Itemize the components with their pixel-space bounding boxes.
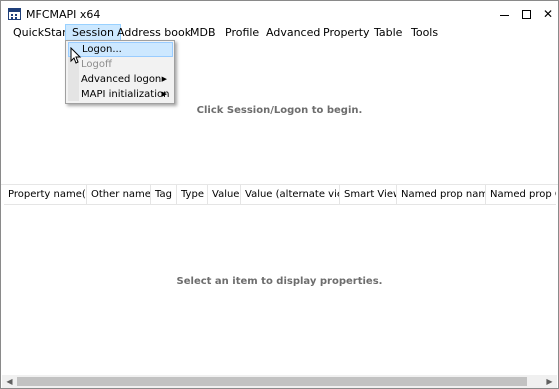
mouse-cursor-icon	[70, 47, 82, 64]
submenu-arrow-icon: ▶	[161, 75, 167, 83]
menu-item-label: Logoff	[81, 59, 112, 70]
menu-item-mapi-initialization[interactable]: MAPI initialization ▶	[68, 87, 173, 102]
close-icon: ✕	[542, 7, 554, 21]
horizontal-scrollbar[interactable]: ◀ ▶	[2, 375, 557, 388]
menu-item-label: Advanced logon	[81, 74, 162, 85]
minimize-icon	[499, 15, 509, 16]
scroll-right-icon[interactable]: ▶	[542, 375, 557, 388]
app-icon	[8, 8, 21, 20]
column-header-property-names[interactable]: Property name(s)	[4, 185, 87, 204]
scrollbar-thumb[interactable]	[17, 377, 527, 386]
column-header-smart-view[interactable]: Smart View	[340, 185, 397, 204]
menu-table[interactable]: Table	[368, 24, 408, 42]
column-header-type[interactable]: Type	[177, 185, 208, 204]
logon-hint: Click Session/Logon to begin.	[196, 105, 363, 116]
menu-property[interactable]: Property	[317, 24, 376, 42]
menu-profile[interactable]: Profile	[219, 24, 265, 42]
properties-empty-hint: Select an item to display properties.	[176, 276, 383, 287]
column-header-value-alternate[interactable]: Value (alternate view)	[241, 185, 340, 204]
maximize-icon	[521, 9, 531, 19]
menu-item-label: MAPI initialization	[81, 89, 170, 100]
column-header-value[interactable]: Value	[208, 185, 241, 204]
maximize-button[interactable]	[517, 6, 535, 22]
menu-item-label: Logon...	[82, 44, 122, 55]
menu-item-logon[interactable]: Logon...	[68, 42, 173, 57]
menu-item-advanced-logon[interactable]: Advanced logon ▶	[68, 72, 173, 87]
column-header-named-prop-guid[interactable]: Named prop GUID	[486, 185, 556, 204]
column-header-tag[interactable]: Tag	[151, 185, 177, 204]
minimize-button[interactable]	[495, 6, 513, 22]
column-header-named-prop-name[interactable]: Named prop name	[397, 185, 486, 204]
property-list-header: Property name(s) Other names Tag Type Va…	[4, 185, 556, 205]
menu-item-logoff: Logoff	[68, 57, 173, 72]
column-header-other-names[interactable]: Other names	[87, 185, 151, 204]
menu-tools[interactable]: Tools	[405, 24, 444, 42]
menu-mdb[interactable]: MDB	[184, 24, 222, 42]
property-list[interactable]: Select an item to display properties.	[2, 206, 557, 374]
close-button[interactable]: ✕	[539, 6, 557, 22]
submenu-arrow-icon: ▶	[161, 90, 167, 98]
scroll-left-icon[interactable]: ◀	[2, 375, 17, 388]
window-title: MFCMAPI x64	[26, 8, 101, 21]
